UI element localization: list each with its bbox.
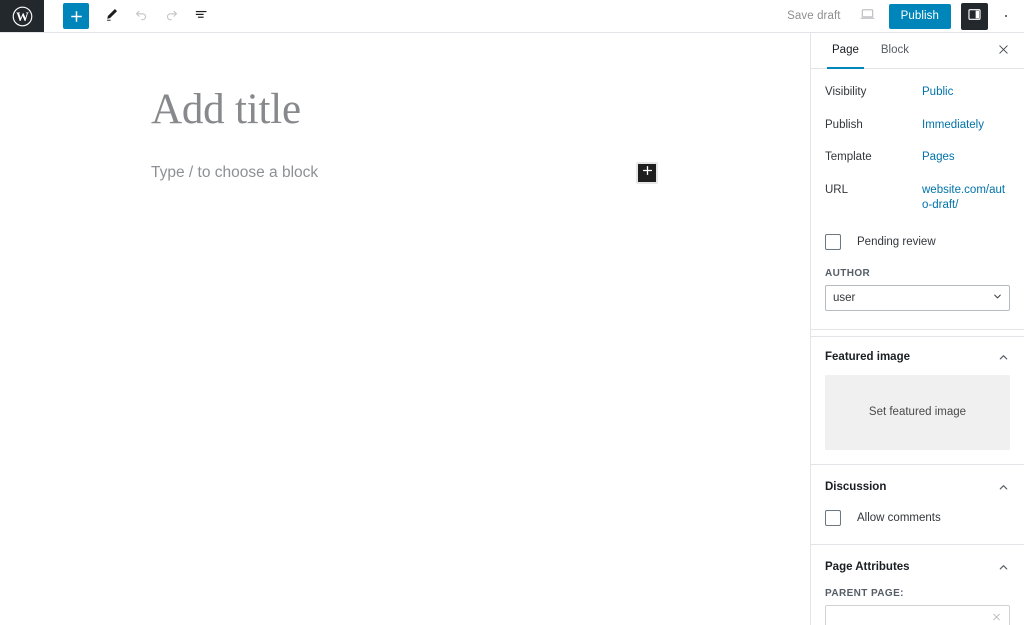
pending-review-checkbox[interactable]: [825, 233, 841, 250]
discussion-panel-header[interactable]: Discussion: [825, 481, 1010, 494]
url-label: URL: [825, 183, 849, 196]
publish-label: Publish: [825, 118, 863, 131]
editor-canvas[interactable]: Add title Type / to choose a block: [0, 33, 810, 625]
header-spacer: [216, 0, 787, 32]
visibility-value-button[interactable]: Public: [922, 85, 953, 101]
parent-page-label: PARENT PAGE:: [825, 587, 904, 599]
publish-row: Publish Immediately: [825, 118, 1010, 134]
undo-button[interactable]: [126, 1, 156, 31]
editor-header-toolbar: W Save draft Publish: [0, 0, 1024, 33]
clear-x-icon: [991, 612, 1002, 625]
clear-parent-page-button[interactable]: [989, 610, 1004, 625]
allow-comments-row[interactable]: Allow comments: [825, 509, 1010, 526]
template-row: Template Pages: [825, 150, 1010, 166]
save-draft-button[interactable]: Save draft: [787, 10, 852, 22]
pending-review-label: Pending review: [857, 235, 936, 248]
svg-text:W: W: [16, 10, 29, 24]
list-view-button[interactable]: [186, 1, 216, 31]
vertical-ellipsis-icon: [1004, 14, 1008, 18]
close-sidebar-button[interactable]: [990, 38, 1016, 64]
pending-review-row[interactable]: Pending review: [825, 233, 1010, 250]
wordpress-logo-icon: W: [12, 6, 33, 27]
editor-content-wrapper: Add title Type / to choose a block: [0, 33, 810, 185]
settings-panel-icon: [966, 6, 983, 26]
page-attributes-panel-header[interactable]: Page Attributes: [825, 561, 1010, 574]
more-options-menu-button[interactable]: [994, 2, 1018, 30]
visibility-row: Visibility Public: [825, 85, 1010, 101]
pencil-icon: [103, 6, 120, 26]
preview-button[interactable]: [853, 1, 883, 31]
inline-block-inserter-button[interactable]: [636, 162, 658, 185]
page-attributes-panel: Page Attributes PARENT PAGE:: [811, 545, 1024, 625]
tab-block[interactable]: Block: [870, 33, 920, 68]
redo-arrow-icon: [163, 6, 180, 26]
chevron-up-icon[interactable]: [997, 351, 1010, 364]
sidebar-tab-bar: Page Block: [811, 33, 1024, 69]
add-block-button[interactable]: [63, 3, 89, 29]
discussion-panel: Discussion Allow comments: [811, 465, 1024, 545]
block-placeholder-text[interactable]: Type / to choose a block: [151, 164, 750, 182]
allow-comments-checkbox[interactable]: [825, 509, 841, 526]
default-block-row: Type / to choose a block: [151, 162, 750, 185]
redo-button[interactable]: [156, 1, 186, 31]
plus-icon: [641, 164, 654, 182]
settings-sidebar-toggle-button[interactable]: [961, 2, 988, 30]
parent-page-input[interactable]: [825, 604, 1010, 625]
author-select-wrapper: user: [825, 284, 1010, 311]
publish-button[interactable]: Publish: [888, 3, 951, 29]
template-value-button[interactable]: Pages: [922, 150, 955, 166]
wordpress-block-editor: W Save draft Publish Add title Type / to…: [0, 0, 1024, 625]
tab-page[interactable]: Page: [821, 33, 870, 69]
list-view-icon: [193, 6, 210, 26]
author-field-label: AUTHOR: [825, 267, 871, 279]
settings-sidebar: Page Block Visibility Public Publish Imm…: [810, 33, 1024, 625]
featured-image-panel-header[interactable]: Featured image: [825, 351, 1010, 364]
header-right-tools: Save draft Publish: [787, 0, 1024, 32]
laptop-preview-icon: [858, 5, 877, 27]
chevron-up-icon[interactable]: [997, 481, 1010, 494]
url-value-button[interactable]: website.com/auto-draft/: [922, 183, 1010, 214]
author-select[interactable]: user: [825, 284, 1010, 311]
plus-icon: [69, 9, 84, 24]
page-attributes-panel-title: Page Attributes: [825, 561, 910, 574]
undo-arrow-icon: [133, 6, 150, 26]
panel-divider: [811, 329, 1024, 337]
post-title-input[interactable]: Add title: [151, 85, 750, 134]
template-label: Template: [825, 151, 872, 164]
allow-comments-label: Allow comments: [857, 511, 941, 524]
status-and-visibility-panel: Visibility Public Publish Immediately Te…: [811, 69, 1024, 330]
wordpress-logo-button[interactable]: W: [0, 0, 44, 32]
set-featured-image-button[interactable]: Set featured image: [825, 374, 1010, 450]
header-left-tools: [44, 0, 216, 32]
url-row: URL website.com/auto-draft/: [825, 183, 1010, 214]
publish-value-button[interactable]: Immediately: [922, 118, 984, 134]
featured-image-panel: Featured image Set featured image: [811, 337, 1024, 465]
visibility-label: Visibility: [825, 86, 867, 98]
parent-page-input-wrapper: [825, 604, 1010, 625]
close-icon: [997, 43, 1010, 59]
featured-image-panel-title: Featured image: [825, 351, 910, 364]
chevron-up-icon[interactable]: [997, 561, 1010, 574]
discussion-panel-title: Discussion: [825, 481, 887, 494]
tools-pencil-button[interactable]: [96, 1, 126, 31]
